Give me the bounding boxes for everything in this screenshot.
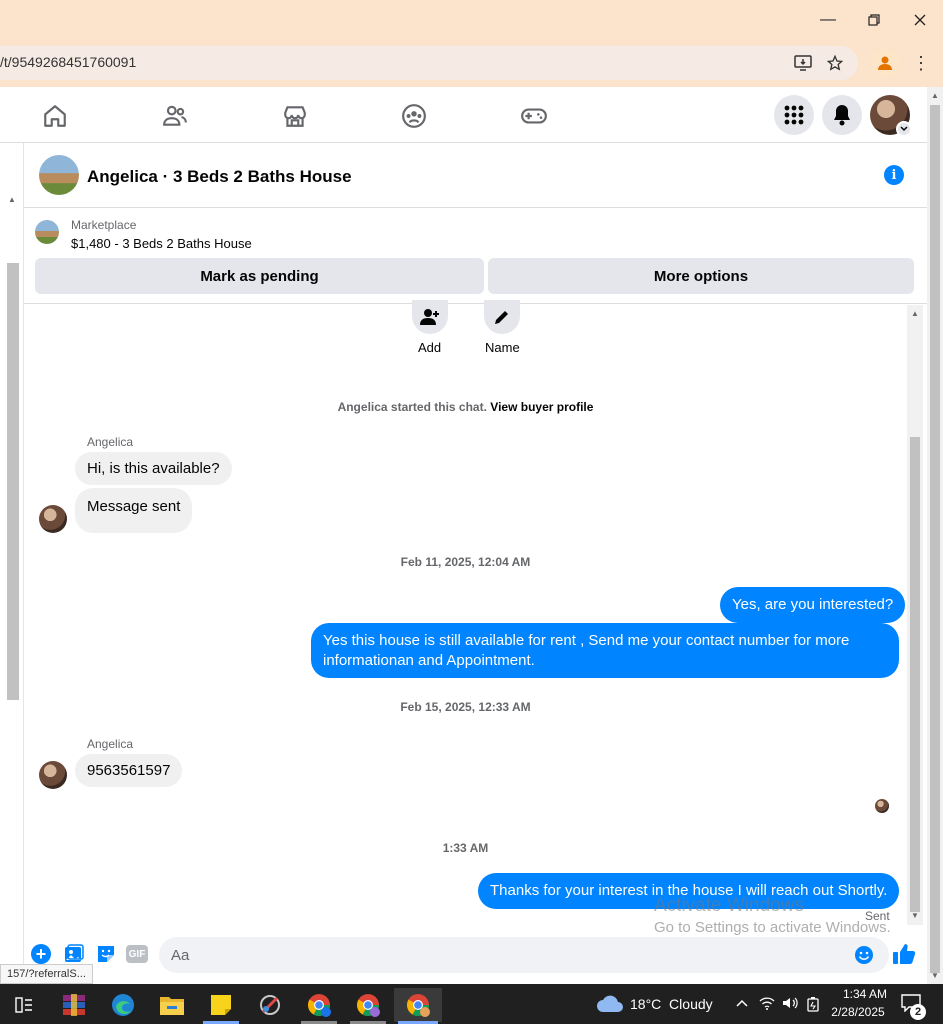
groups-icon[interactable] [399,101,429,131]
mark-as-pending-button[interactable]: Mark as pending [35,258,484,294]
install-app-icon[interactable] [789,49,817,77]
listing-summary[interactable]: $1,480 - 3 Beds 2 Baths House [71,236,252,251]
plus-icon[interactable]: + [31,944,51,964]
home-icon[interactable] [40,101,70,131]
bookmark-star-icon[interactable] [821,49,849,77]
sender-avatar[interactable] [39,505,67,533]
outgoing-message[interactable]: Yes this house is still available for re… [311,623,899,678]
chevron-down-icon[interactable] [896,121,912,137]
notification-count-badge: 2 [910,1004,926,1020]
gaming-icon[interactable] [519,101,549,131]
chat-title[interactable]: Angelica · 3 Beds 2 Baths House [87,167,352,187]
conversation-list-edge: ▲ [0,143,24,984]
message-input-placeholder: Aa [171,947,190,964]
restore-icon[interactable] [851,0,897,40]
chat-header: Angelica · 3 Beds 2 Baths House i [24,143,927,208]
profile-icon[interactable] [871,49,899,77]
volume-icon[interactable] [782,996,798,1015]
more-options-button[interactable]: More options [488,258,914,294]
chat-started-notice: Angelica started this chat. View buyer p… [24,400,907,414]
friends-icon[interactable] [160,101,190,131]
snipping-tool-icon[interactable] [252,988,288,1022]
chevron-up-icon[interactable] [735,996,749,1015]
browser-title-bar: — [0,0,943,40]
sender-avatar[interactable] [39,761,67,789]
url-text: /t/9549268451760091 [0,54,137,70]
clock-date[interactable]: 2/28/2025 [828,1005,888,1019]
view-buyer-profile-link[interactable]: View buyer profile [490,400,593,414]
name-label[interactable]: Name [485,340,520,355]
seen-avatar [875,799,889,813]
thumbs-up-icon[interactable] [892,942,916,971]
sticker-icon[interactable] [96,944,116,969]
address-bar[interactable]: /t/9549268451760091 [0,46,858,80]
task-view-icon[interactable] [6,988,42,1022]
add-person-icon[interactable] [412,300,448,334]
status-url-tooltip: 157/?referralS... [0,964,93,984]
chrome-profile-b-icon[interactable] [350,988,386,1022]
clock-time[interactable]: 1:34 AM [835,987,895,1001]
weather-cloud-icon[interactable] [596,994,624,1019]
pencil-icon[interactable] [484,300,520,334]
chrome-active-icon[interactable] [394,988,442,1022]
message-input[interactable]: Aa [159,937,889,973]
chat-scrollbar[interactable]: ▲ ▼ [907,305,923,925]
incoming-message[interactable]: Hi, is this available? [75,452,232,485]
winrar-icon[interactable] [56,988,92,1022]
weather-text[interactable]: 18°C Cloudy [630,996,713,1012]
message-composer: + GIF Aa [24,936,927,974]
marketplace-icon[interactable] [280,101,310,131]
outgoing-message[interactable]: Yes, are you interested? [720,587,906,623]
browser-menu-icon[interactable]: ⋮ [907,49,935,77]
listing-thumbnail[interactable] [39,155,79,195]
timestamp: Feb 11, 2025, 12:04 AM [400,555,531,569]
wifi-icon[interactable] [759,996,775,1015]
edge-icon[interactable] [105,988,141,1022]
chat-started-text: Angelica started this chat. [337,400,487,414]
battery-icon[interactable] [806,996,820,1017]
file-explorer-icon[interactable] [154,988,190,1022]
page-scrollbar[interactable]: ▲ ▼ [927,87,943,984]
marketplace-label: Marketplace [71,218,137,232]
info-icon[interactable]: i [884,165,904,185]
timestamp: 1:33 AM [442,841,489,855]
activate-windows-hint: Go to Settings to activate Windows. [654,919,891,936]
incoming-message[interactable]: Message sent [75,488,193,533]
windows-taskbar [0,984,943,1024]
incoming-message[interactable]: 9563561597 [75,754,183,787]
sender-name: Angelica [87,435,134,449]
activate-windows-watermark: Activate Windows [654,895,804,916]
list-scrollbar[interactable] [7,263,19,700]
chrome-profile-a-icon[interactable] [301,988,337,1022]
gif-icon[interactable]: GIF [126,945,148,963]
menu-grid-icon[interactable] [774,95,814,135]
add-label[interactable]: Add [418,340,441,355]
emoji-icon[interactable] [854,945,874,970]
sticky-notes-icon[interactable] [203,988,239,1022]
listing-small-thumbnail [35,220,59,244]
timestamp: Feb 15, 2025, 12:33 AM [400,700,531,714]
notifications-bell-icon[interactable] [822,95,862,135]
close-icon[interactable] [897,0,943,40]
sender-name: Angelica [87,737,134,751]
minimize-icon[interactable]: — [805,0,851,40]
